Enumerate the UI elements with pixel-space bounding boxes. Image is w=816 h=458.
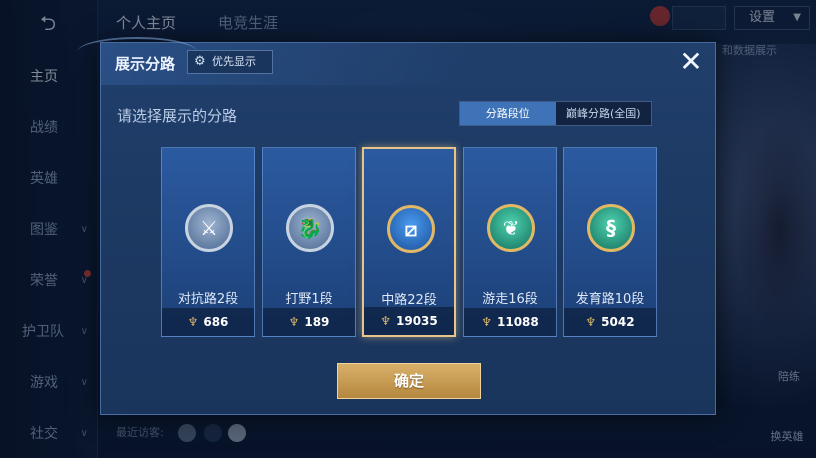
priority-display-label: 优先显示: [212, 55, 256, 68]
dialog-title: 展示分路: [115, 55, 176, 73]
lane-type-toggle: 分路段位 巅峰分路(全国): [459, 101, 652, 126]
lane-score-value: 5042: [601, 315, 635, 329]
roam-icon: ❦: [487, 204, 535, 252]
lane-name: 中路22段: [381, 293, 437, 308]
score-icon: ♆: [187, 315, 199, 329]
lane-name: 对抗路2段: [177, 292, 239, 307]
score-icon: ♆: [481, 315, 492, 329]
tab-lane-rank[interactable]: 分路段位: [460, 102, 556, 125]
score-icon: ♆: [380, 314, 391, 328]
lane-card-farm[interactable]: § 发育路10段 ♆ 5042: [563, 147, 657, 337]
lane-name: 打野1段: [285, 292, 333, 307]
lane-name: 发育路10段: [575, 292, 645, 307]
gear-icon: ⚙: [194, 54, 206, 69]
lane-score-value: 11088: [497, 315, 539, 329]
lane-display-dialog: 展示分路 ⚙ 优先显示 ✕ 请选择展示的分路 分路段位 巅峰分路(全国) ⚔ 对…: [77, 37, 716, 415]
lane-score-value: 19035: [396, 314, 438, 328]
lane-score: ♆ 11088: [464, 308, 556, 336]
lane-score: ♆ 19035: [364, 307, 454, 335]
priority-display-button[interactable]: ⚙ 优先显示: [187, 50, 273, 74]
lane-card-clash[interactable]: ⚔ 对抗路2段 ♆ 686: [161, 147, 255, 337]
mid-lane-icon: ⧄: [387, 205, 435, 253]
score-icon: ♆: [288, 315, 300, 329]
clash-lane-icon: ⚔: [185, 204, 233, 252]
score-icon: ♆: [585, 315, 597, 329]
lane-score: ♆ 189: [263, 308, 355, 336]
close-icon[interactable]: ✕: [676, 47, 706, 77]
confirm-button[interactable]: 确定: [337, 363, 481, 399]
lane-card-roam[interactable]: ❦ 游走16段 ♆ 11088: [463, 147, 557, 337]
farm-lane-icon: §: [587, 204, 635, 252]
lane-card-mid[interactable]: ⧄ 中路22段 ♆ 19035: [362, 147, 456, 337]
lane-score: ♆ 686: [162, 308, 254, 336]
lane-card-jungle[interactable]: 🐉 打野1段 ♆ 189: [262, 147, 356, 337]
tab-peak-lane-national[interactable]: 巅峰分路(全国): [556, 102, 652, 125]
lane-name: 游走16段: [482, 292, 538, 307]
lane-score: ♆ 5042: [564, 308, 656, 336]
jungle-icon: 🐉: [286, 204, 334, 252]
lane-score-value: 189: [304, 315, 330, 329]
dialog-subtitle: 请选择展示的分路: [117, 107, 238, 125]
lane-score-value: 686: [203, 315, 229, 329]
